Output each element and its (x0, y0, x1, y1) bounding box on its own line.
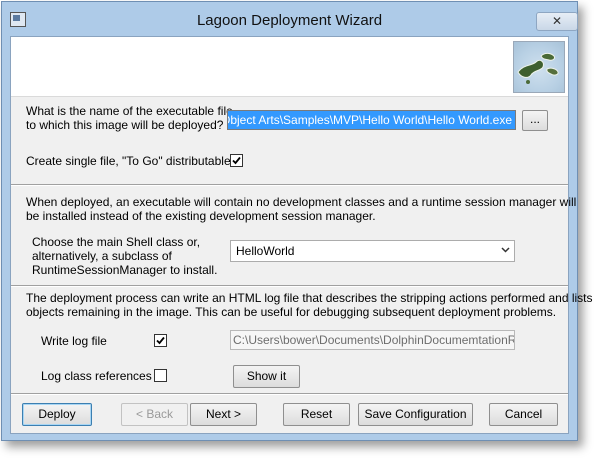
write-log-label: Write log file (41, 334, 107, 348)
single-file-label: Create single file, "To Go" distributabl… (26, 154, 234, 168)
reset-button-label: Reset (300, 407, 333, 421)
title-bar[interactable]: Lagoon Deployment Wizard ✕ (2, 2, 578, 36)
header-banner (11, 37, 568, 97)
log-file-path-value: C:\Users\bower\Documents\DolphinDocumemt… (233, 333, 515, 347)
wizard-window: Lagoon Deployment Wizard ✕ What is the n… (1, 1, 593, 441)
log-file-path-field[interactable]: C:\Users\bower\Documents\DolphinDocumemt… (230, 330, 515, 350)
class-references-checkbox[interactable] (154, 369, 167, 382)
section-divider-1 (11, 184, 568, 186)
log-info-line2: objects remaining in the image. This can… (26, 305, 557, 319)
chevron-down-icon (501, 247, 510, 253)
reset-button[interactable]: Reset (283, 403, 350, 426)
close-button[interactable]: ✕ (536, 12, 578, 31)
window-title: Lagoon Deployment Wizard (196, 12, 383, 29)
shell-class-value: HelloWorld (236, 244, 295, 258)
section-divider-2 (11, 285, 568, 287)
checkmark-icon (156, 336, 165, 345)
show-it-label: Show it (246, 369, 287, 383)
cancel-button[interactable]: Cancel (489, 403, 558, 426)
next-button-label: Next > (205, 407, 241, 421)
next-button[interactable]: Next > (190, 403, 257, 426)
shell-choose-line1: Choose the main Shell class or, (32, 235, 201, 249)
back-button-label: < Back (135, 407, 174, 421)
shell-choose-line3: RuntimeSessionManager to install. (32, 263, 218, 277)
close-icon: ✕ (551, 14, 563, 28)
checkmark-icon (232, 156, 241, 165)
single-file-checkbox[interactable] (230, 154, 243, 167)
deploy-button[interactable]: Deploy (22, 403, 92, 426)
cancel-button-label: Cancel (504, 407, 543, 421)
browse-button[interactable]: ... (522, 110, 548, 131)
shell-choose-line2: alternatively, a subclass of (32, 249, 172, 263)
executable-path-field[interactable]: re\Object Arts\Samples\MVP\Hello World\H… (227, 110, 516, 130)
class-references-label: Log class references (41, 369, 152, 383)
back-button[interactable]: < Back (121, 403, 188, 426)
save-configuration-button[interactable]: Save Configuration (358, 403, 473, 426)
lagoon-islands-logo (513, 41, 565, 93)
show-it-button[interactable]: Show it (233, 365, 300, 388)
shell-info-line1: When deployed, an executable will contai… (26, 195, 577, 209)
log-info-line1: The deployment process can write an HTML… (26, 291, 593, 305)
shell-class-dropdown[interactable]: HelloWorld (230, 240, 515, 262)
write-log-checkbox[interactable] (154, 334, 167, 347)
dialog-body: What is the name of the executable file … (10, 36, 593, 434)
save-configuration-label: Save Configuration (364, 407, 467, 421)
deploy-button-label: Deploy (38, 407, 76, 421)
exe-question-line2: to which this image will be deployed? (26, 118, 224, 132)
executable-path-value: re\Object Arts\Samples\MVP\Hello World\H… (227, 113, 512, 127)
browse-button-label: ... (529, 112, 540, 126)
shell-info-line2: be installed instead of the existing dev… (26, 209, 376, 223)
section-divider-3 (11, 393, 568, 395)
exe-question-line1: What is the name of the executable file (26, 104, 233, 118)
